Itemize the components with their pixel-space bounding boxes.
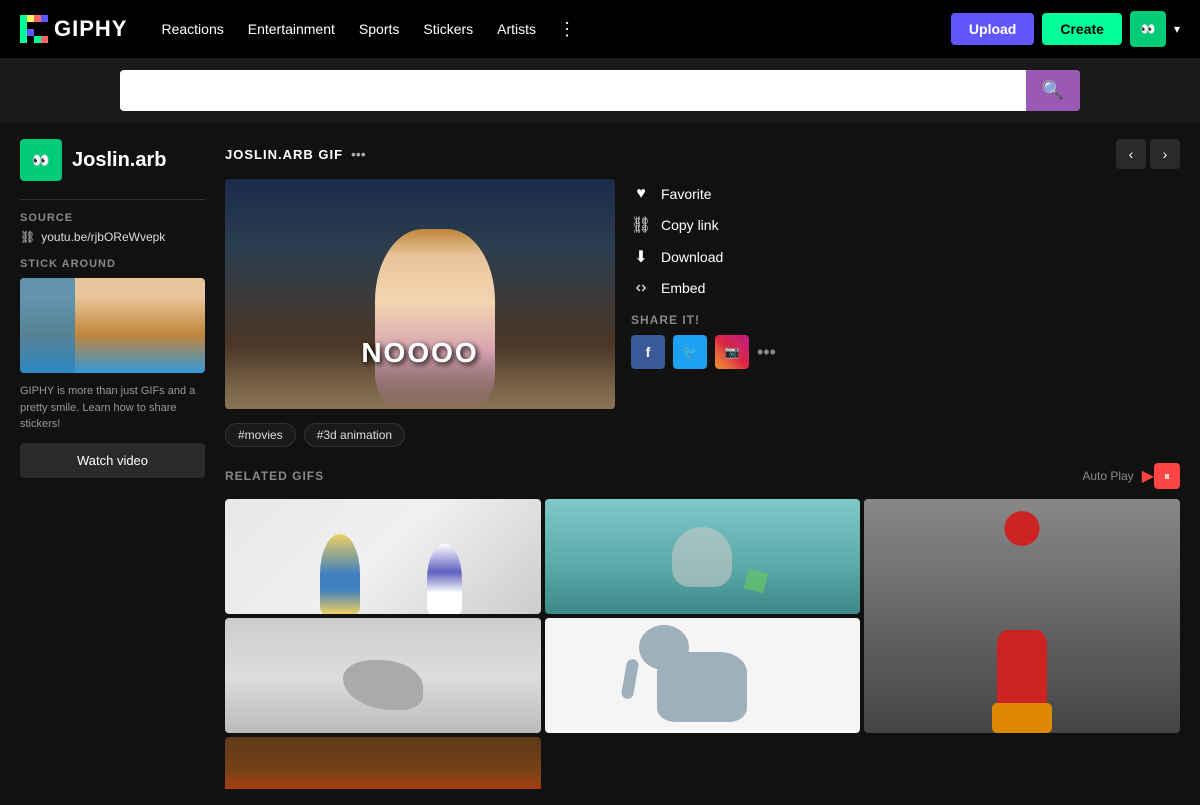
watch-video-button[interactable]: Watch video bbox=[20, 443, 205, 478]
samurai-legs bbox=[992, 703, 1052, 733]
pause-icon: ⏸ bbox=[1164, 469, 1170, 484]
source-link[interactable]: ⛓ youtu.be/rjbOReWvepk bbox=[20, 230, 205, 244]
upload-button[interactable]: Upload bbox=[951, 13, 1034, 45]
gif-detail-header: JOSLIN.ARB GIF ••• ‹ › bbox=[225, 139, 1180, 169]
center-content: JOSLIN.ARB GIF ••• ‹ › NOOOO ♥ bbox=[225, 139, 1180, 789]
related-gif-5[interactable] bbox=[545, 618, 861, 733]
tag-movies[interactable]: #movies bbox=[225, 423, 296, 447]
woody-figure bbox=[320, 534, 360, 614]
play-button[interactable]: ▶ bbox=[1142, 466, 1154, 486]
next-gif-button[interactable]: › bbox=[1150, 139, 1180, 169]
sidebar-username: Joslin.arb bbox=[72, 149, 166, 172]
main-content: 👀 Joslin.arb SOURCE ⛓ youtu.be/rjbOReWve… bbox=[0, 123, 1200, 805]
logo[interactable]: GIPHY bbox=[20, 15, 127, 43]
download-icon: ⬇ bbox=[631, 247, 651, 267]
search-bar: 🔍 bbox=[120, 70, 1080, 111]
nav-more-icon[interactable]: ⋮ bbox=[550, 15, 584, 44]
share-facebook-button[interactable]: f bbox=[631, 335, 665, 369]
source-url: youtu.be/rjbOReWvepk bbox=[41, 230, 165, 244]
search-input[interactable] bbox=[120, 72, 1026, 110]
copy-link-action[interactable]: ⛓ Copy link bbox=[631, 209, 1180, 241]
share-buttons: f 🐦 📷 ••• bbox=[631, 335, 1180, 369]
skull-shape bbox=[672, 527, 732, 587]
avatar-icon: 👀 bbox=[1140, 22, 1155, 36]
buzz-figure bbox=[427, 544, 462, 614]
avatar-button[interactable]: 👀 bbox=[1130, 11, 1166, 47]
pause-button[interactable]: ⏸ bbox=[1154, 463, 1180, 489]
gif-title: JOSLIN.ARB GIF bbox=[225, 147, 343, 162]
download-action[interactable]: ⬇ Download bbox=[631, 241, 1180, 273]
gif-actions: ♥ Favorite ⛓ Copy link ⬇ Download ‹› Emb… bbox=[631, 179, 1180, 409]
download-label: Download bbox=[661, 249, 723, 265]
gif-scene: NOOOO bbox=[225, 179, 615, 409]
share-instagram-button[interactable]: 📷 bbox=[715, 335, 749, 369]
favorite-label: Favorite bbox=[661, 186, 712, 202]
link-icon: ⛓ bbox=[631, 215, 651, 235]
elephant-head bbox=[639, 625, 689, 670]
nav-sports[interactable]: Sports bbox=[349, 15, 409, 43]
related-gif-6[interactable] bbox=[225, 737, 541, 789]
stick-around-label: STICK AROUND bbox=[20, 258, 205, 270]
fire-effect bbox=[225, 772, 541, 790]
source-label: SOURCE bbox=[20, 212, 205, 224]
related-gif-1[interactable] bbox=[225, 499, 541, 614]
search-button[interactable]: 🔍 bbox=[1026, 70, 1080, 111]
giphy-logo-icon bbox=[20, 15, 48, 43]
prev-gif-button[interactable]: ‹ bbox=[1116, 139, 1146, 169]
embed-action[interactable]: ‹› Embed bbox=[631, 273, 1180, 303]
sidebar-divider bbox=[20, 199, 205, 200]
share-more-button[interactable]: ••• bbox=[757, 342, 776, 363]
copy-link-label: Copy link bbox=[661, 217, 719, 233]
nav-reactions[interactable]: Reactions bbox=[151, 15, 233, 43]
logo-text: GIPHY bbox=[54, 16, 127, 42]
related-gif-2[interactable] bbox=[545, 499, 861, 614]
samurai-head bbox=[1005, 511, 1040, 546]
related-title: RELATED GIFS bbox=[225, 469, 324, 483]
sidebar-description: GIPHY is more than just GIFs and a prett… bbox=[20, 383, 205, 433]
gif-text-overlay: NOOOO bbox=[361, 337, 478, 369]
twitter-icon: 🐦 bbox=[683, 345, 698, 359]
sidebar: 👀 Joslin.arb SOURCE ⛓ youtu.be/rjbOReWve… bbox=[20, 139, 205, 789]
header: GIPHY Reactions Entertainment Sports Sti… bbox=[0, 0, 1200, 58]
nav-stickers[interactable]: Stickers bbox=[413, 15, 483, 43]
thumb-overlay-left bbox=[20, 278, 75, 373]
nav-links: Reactions Entertainment Sports Stickers … bbox=[151, 15, 942, 44]
tag-3d-animation[interactable]: #3d animation bbox=[304, 423, 405, 447]
heart-icon: ♥ bbox=[631, 185, 651, 203]
embed-label: Embed bbox=[661, 280, 705, 296]
main-gif: NOOOO bbox=[225, 179, 615, 409]
nav-entertainment[interactable]: Entertainment bbox=[238, 15, 345, 43]
embed-icon: ‹› bbox=[631, 279, 651, 297]
create-button[interactable]: Create bbox=[1042, 13, 1122, 45]
related-gif-4[interactable] bbox=[225, 618, 541, 733]
link-icon: ⛓ bbox=[20, 230, 35, 244]
elephant-trunk bbox=[620, 658, 639, 699]
share-twitter-button[interactable]: 🐦 bbox=[673, 335, 707, 369]
avatar-eyes-icon: 👀 bbox=[32, 152, 49, 169]
creature-shape bbox=[343, 660, 423, 710]
samurai-body bbox=[997, 630, 1047, 710]
stick-around-thumbnail[interactable] bbox=[20, 278, 205, 373]
gif-navigation: ‹ › bbox=[1116, 139, 1180, 169]
cube-shape bbox=[743, 569, 767, 593]
favorite-action[interactable]: ♥ Favorite bbox=[631, 179, 1180, 209]
related-gif-3[interactable] bbox=[864, 499, 1180, 733]
search-icon: 🔍 bbox=[1042, 80, 1064, 100]
dropdown-arrow-icon[interactable]: ▾ bbox=[1174, 22, 1180, 36]
share-label: SHARE IT! bbox=[631, 313, 1180, 327]
autoplay-label: Auto Play bbox=[1082, 469, 1133, 483]
sidebar-profile: 👀 Joslin.arb bbox=[20, 139, 205, 181]
instagram-icon: 📷 bbox=[725, 345, 740, 359]
main-gif-area: NOOOO ♥ Favorite ⛓ Copy link ⬇ Download bbox=[225, 179, 1180, 409]
nav-artists[interactable]: Artists bbox=[487, 15, 546, 43]
gif-more-button[interactable]: ••• bbox=[351, 146, 366, 162]
gif-tags: #movies #3d animation bbox=[225, 423, 1180, 447]
sidebar-avatar: 👀 bbox=[20, 139, 62, 181]
related-gifs-grid bbox=[225, 499, 1180, 789]
related-header: RELATED GIFS Auto Play ▶ ⏸ bbox=[225, 463, 1180, 489]
search-bar-container: 🔍 bbox=[0, 58, 1200, 123]
